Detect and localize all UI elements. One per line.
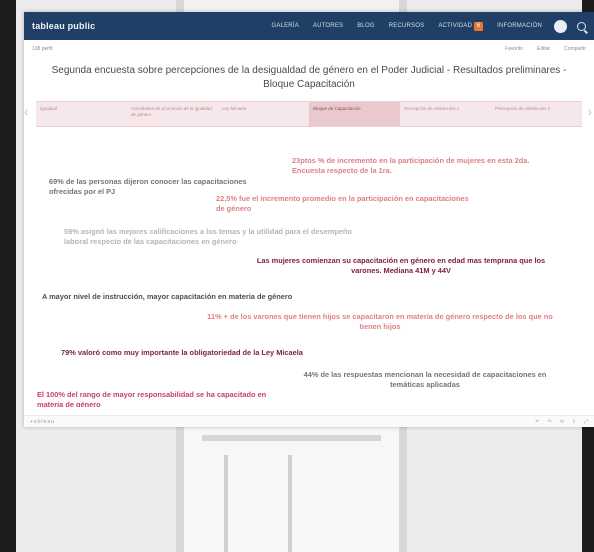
tab-igualdad[interactable]: Igualdad [36, 102, 127, 126]
tab-obstaculos-2[interactable]: Percepción de obstáculos 2 [491, 102, 582, 126]
statement-ley-micaela: 79% valoró como muy importante la obliga… [61, 348, 303, 357]
statement-responsibility: El 100% del rango de mayor responsabilid… [37, 390, 267, 407]
statement-participation-increase: 23ptos % de incremento en la participaci… [292, 156, 530, 175]
nav-galeria[interactable]: GALERÍA [272, 23, 299, 29]
search-icon[interactable] [577, 21, 586, 31]
viz-toolbar: 138 perfil Favorito Editar Compartir [24, 40, 594, 58]
next-arrow-icon[interactable]: › [587, 103, 592, 119]
share-button[interactable]: Compartir [564, 46, 586, 52]
tab-bloque-capacitacion[interactable]: Bloque de Capacitación [309, 102, 400, 126]
left-frame [0, 0, 16, 552]
nav-recursos[interactable]: RECURSOS [389, 23, 425, 29]
statement-instruction: A mayor nivel de instrucción, mayor capa… [42, 292, 293, 301]
tableau-public-logo[interactable]: tableau public [32, 21, 95, 31]
statement-applied-topics: 44% de las respuestas mencionan la neces… [303, 370, 547, 389]
background-door-top [176, 0, 407, 12]
prev-arrow-icon[interactable]: ‹ [24, 103, 29, 119]
favorite-button[interactable]: Favorito [505, 46, 523, 52]
nav-blog[interactable]: BLOG [357, 23, 374, 29]
statement-ratings: 59% asignó las mejores calificaciones a … [64, 227, 352, 246]
statement-age-median: Las mujeres comienzan su capacitación en… [256, 256, 546, 275]
dashboard-title: Segunda encuesta sobre percepciones de l… [51, 65, 567, 90]
edit-button[interactable]: Editar [537, 46, 550, 52]
story-tabs: Igualdad Actividades de promoción de la … [36, 101, 582, 127]
fullscreen-icon[interactable]: ⤢ [584, 419, 588, 425]
share-icon[interactable]: ⇪ [572, 419, 576, 425]
nav-actividad[interactable]: ACTIVIDAD 6 [438, 21, 484, 31]
nav-autores[interactable]: AUTORES [313, 23, 343, 29]
browser-window: tableau public GALERÍA AUTORES BLOG RECU… [24, 12, 594, 427]
nav-informacion[interactable]: INFORMACIÓN [497, 23, 542, 29]
view-count: 138 perfil [32, 46, 53, 52]
tab-ley-micaela[interactable]: Ley Micaela [218, 102, 309, 126]
statement-fathers: 11% + de los varones que tienen hijos se… [207, 312, 553, 331]
tab-actividades-promocion[interactable]: Actividades de promoción de la igualdad … [127, 102, 218, 126]
background-door [176, 415, 407, 552]
tableau-footer-logo[interactable]: +ableau [30, 419, 55, 425]
undo-icon[interactable]: ↶ [535, 419, 539, 425]
viz-footer: +ableau ↶ ↷ ⟲ ⇪ ⤢ [24, 415, 594, 427]
tab-obstaculos-1[interactable]: Percepción de obstáculos 1 [400, 102, 491, 126]
nav-actividad-label: ACTIVIDAD [438, 22, 473, 29]
activity-badge: 6 [474, 21, 484, 31]
redo-icon[interactable]: ↷ [547, 419, 551, 425]
top-nav-bar: tableau public GALERÍA AUTORES BLOG RECU… [24, 12, 594, 40]
statement-average-increase: 22,5% fue el incremento promedio en la p… [216, 194, 469, 213]
user-avatar[interactable] [554, 19, 567, 33]
revert-icon[interactable]: ⟲ [560, 419, 564, 425]
story-navigator: ‹ Igualdad Actividades de promoción de l… [24, 101, 594, 127]
